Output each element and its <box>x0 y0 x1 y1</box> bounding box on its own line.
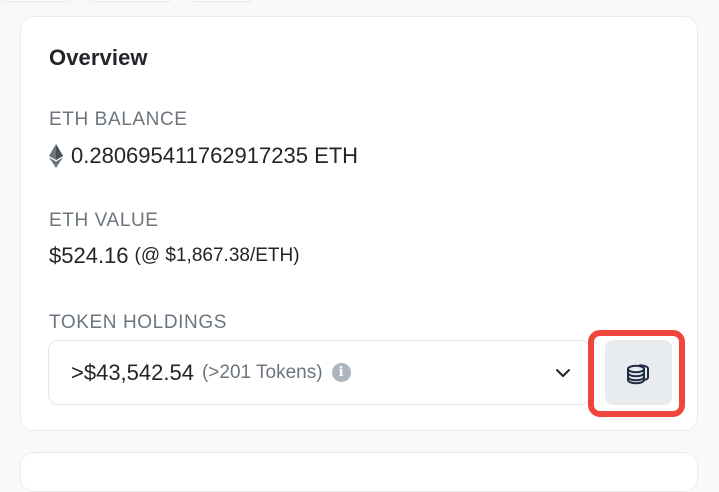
top-tab-stub[interactable] <box>189 0 253 2</box>
card-title: Overview <box>49 45 148 70</box>
eth-balance-label: ETH BALANCE <box>49 109 188 130</box>
chevron-down-icon <box>556 369 570 377</box>
coins-stack-icon <box>626 363 649 384</box>
token-holdings-count: (>201 Tokens) <box>201 361 323 383</box>
eth-price-rate: (@ $1,867.38/ETH) <box>134 245 300 266</box>
token-portfolio-button[interactable] <box>605 340 672 405</box>
token-holdings-dropdown[interactable]: >$43,542.54 (>201 Tokens) i <box>48 340 590 405</box>
overview-card: Overview ETH BALANCE 0.28069541176291723… <box>20 16 698 431</box>
eth-balance-value: 0.280695411762917235 ETH <box>49 143 358 169</box>
info-icon[interactable]: i <box>331 363 351 382</box>
top-tabs-strip <box>0 0 719 2</box>
eth-value-amount: $524.16 <box>49 243 129 268</box>
ethereum-icon <box>49 144 63 168</box>
top-tab-stub[interactable] <box>88 0 172 2</box>
token-holdings-label: TOKEN HOLDINGS <box>49 312 228 333</box>
eth-value-row: $524.16 (@ $1,867.38/ETH) <box>49 243 300 269</box>
next-card <box>20 452 698 492</box>
eth-balance-amount: 0.280695411762917235 ETH <box>71 143 359 168</box>
top-tab-stub[interactable] <box>0 0 72 2</box>
eth-value-label: ETH VALUE <box>49 210 159 231</box>
token-holdings-amount: >$43,542.54 <box>71 359 194 385</box>
